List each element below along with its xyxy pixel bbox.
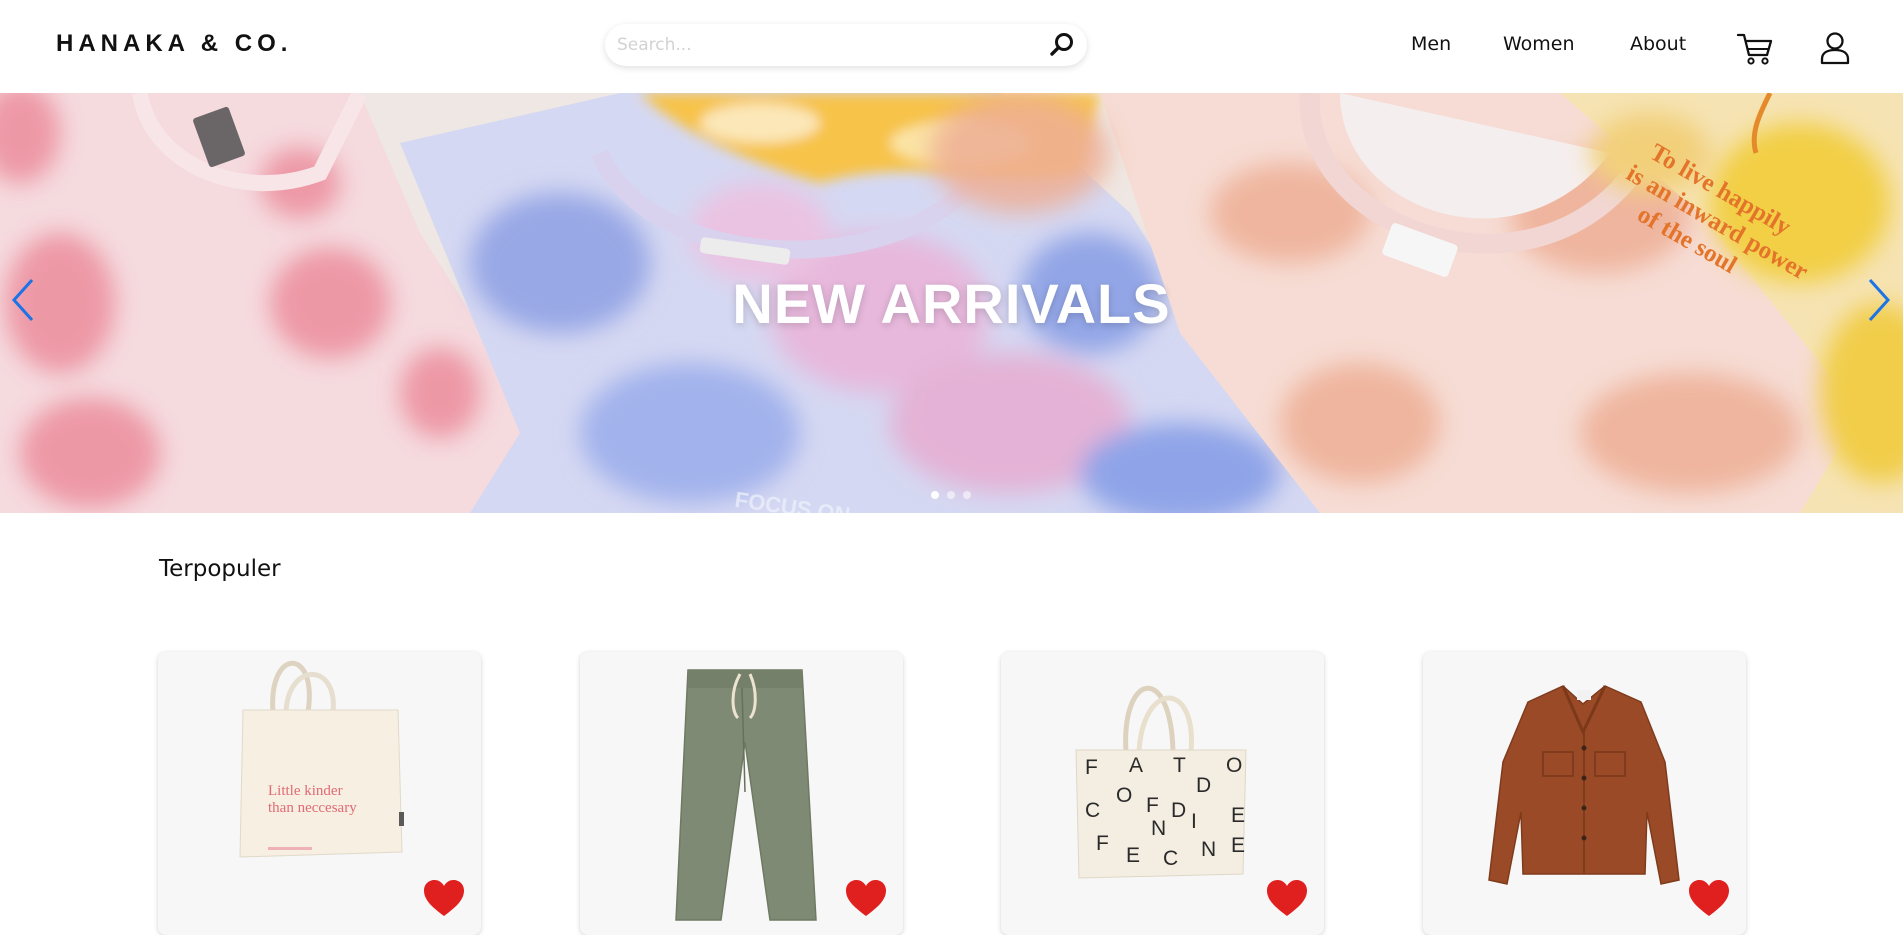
carousel-dot-2[interactable] <box>947 491 955 499</box>
search-input[interactable] <box>617 32 1037 58</box>
hero-title: NEW ARRIVALS <box>732 272 1171 335</box>
next-slide-arrow-icon[interactable] <box>1864 276 1894 324</box>
tote-letter: I <box>1191 810 1197 833</box>
tote-letter: D <box>1196 774 1211 797</box>
nav-women[interactable]: Women <box>1503 33 1575 55</box>
tote-letter: O <box>1116 784 1132 807</box>
product-card[interactable]: F A T D O C O F D E N I E F E C N <box>1001 652 1324 935</box>
tote-print-line-2: than neccesary <box>268 800 357 816</box>
tote-letter: C <box>1085 799 1100 822</box>
search-bar <box>605 24 1087 66</box>
product-card[interactable]: Little kinder than neccesary <box>158 652 481 935</box>
tote-letter: E <box>1231 804 1245 827</box>
nav-men[interactable]: Men <box>1411 33 1451 55</box>
product-card[interactable] <box>580 652 903 935</box>
tote-letter: O <box>1226 754 1242 777</box>
prev-slide-arrow-icon[interactable] <box>8 276 38 324</box>
heart-icon[interactable] <box>1687 878 1731 918</box>
hero-carousel: To live happily is an inward power of th… <box>0 93 1903 513</box>
user-icon[interactable] <box>1815 29 1855 69</box>
tote-letter: F <box>1085 756 1098 779</box>
section-title-popular: Terpopuler <box>159 556 281 582</box>
carousel-dot-3[interactable] <box>963 491 971 499</box>
tote-letter: E <box>1126 844 1140 867</box>
tote-print-line-1: Little kinder <box>268 783 343 799</box>
tote-letter: D <box>1171 799 1186 822</box>
top-navbar: HANAKA & CO. Men Women About <box>0 0 1903 93</box>
product-card[interactable] <box>1423 652 1746 935</box>
tote-letter: N <box>1151 817 1166 840</box>
tote-letter: N <box>1201 838 1216 861</box>
tote-letter: A <box>1129 754 1143 777</box>
tote-letter: T <box>1173 754 1186 777</box>
heart-icon[interactable] <box>1265 878 1309 918</box>
nav-about[interactable]: About <box>1630 33 1686 55</box>
tote-letter: F <box>1146 794 1159 817</box>
cart-icon[interactable] <box>1735 29 1775 69</box>
carousel-dot-1[interactable] <box>931 491 939 499</box>
search-icon[interactable] <box>1048 31 1076 59</box>
tote-letter: F <box>1096 832 1109 855</box>
heart-icon[interactable] <box>422 878 466 918</box>
heart-icon[interactable] <box>844 878 888 918</box>
brand-logo[interactable]: HANAKA & CO. <box>56 30 292 58</box>
tote-letter: C <box>1163 847 1178 870</box>
tote-letter: E <box>1231 834 1245 857</box>
